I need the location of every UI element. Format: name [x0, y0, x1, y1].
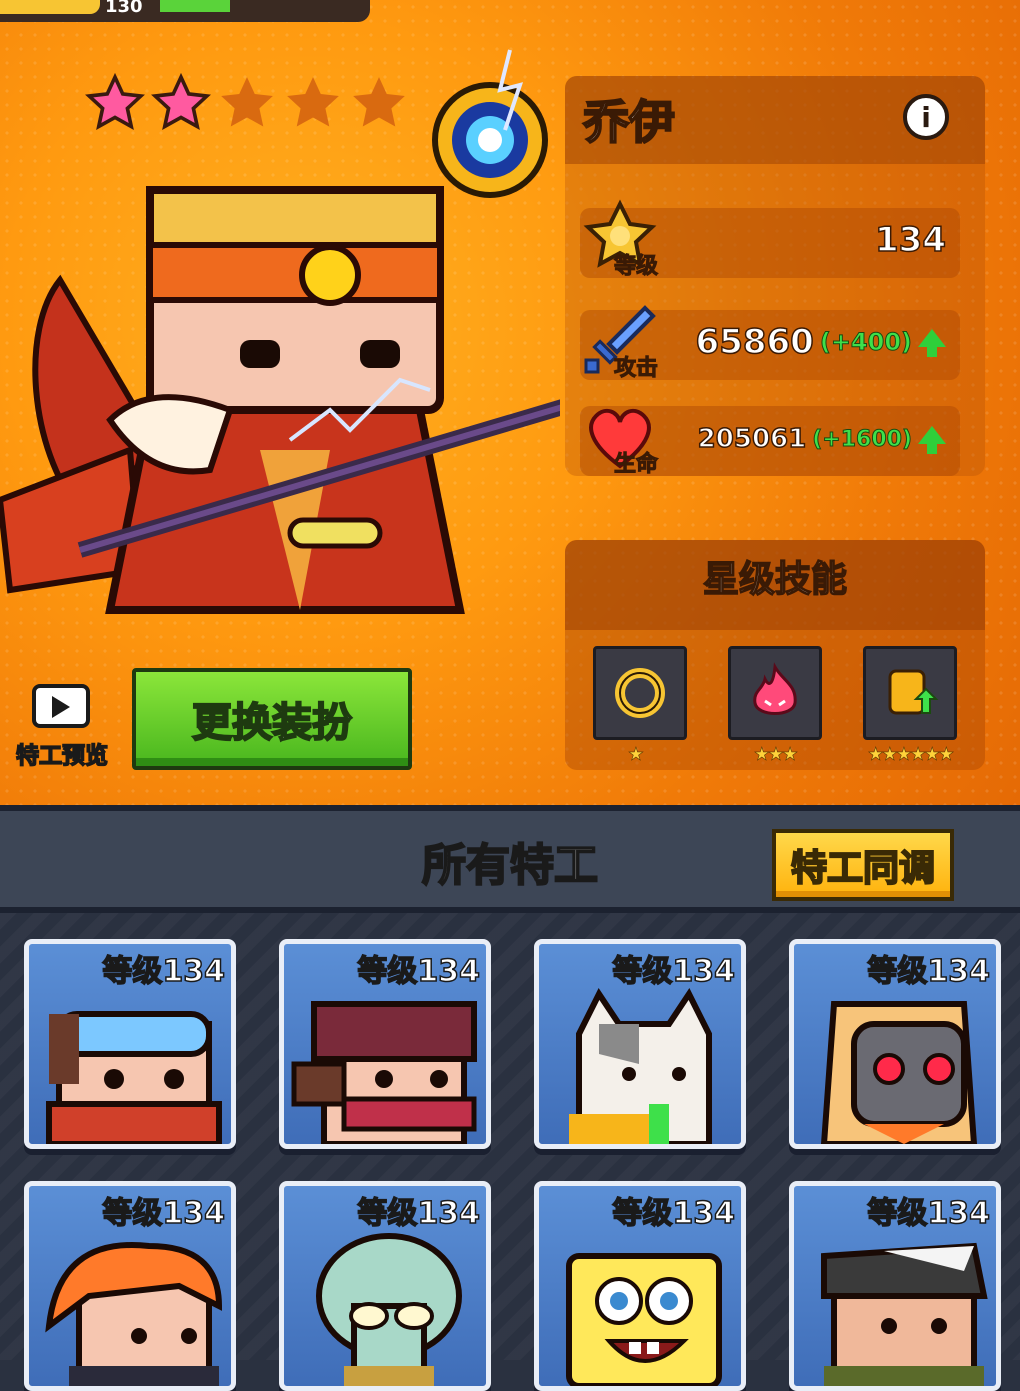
agent-sync-button[interactable]: 特工同调 [772, 829, 954, 901]
agent-level: 等级134 [612, 1195, 736, 1232]
orange-hair-agent-portrait [45, 1242, 223, 1386]
cat-medic-portrait [569, 988, 712, 1144]
stat-hp-value: 205061 [697, 423, 807, 455]
agent-card[interactable]: 等级134 [534, 939, 746, 1149]
skill-2-stars: ★★★ [753, 744, 798, 766]
stat-attack-value: 65860 [695, 321, 815, 363]
agent-preview-button[interactable]: 特工预览 [10, 678, 110, 774]
hero-name: 乔伊 [582, 94, 676, 150]
agent-level: 等级134 [102, 1195, 226, 1232]
player-level-badge [0, 0, 100, 14]
info-icon[interactable]: i [903, 94, 949, 140]
squidward-portrait [316, 1233, 462, 1386]
red-scarf-girl-portrait [291, 1001, 477, 1144]
fire-skill-icon [753, 662, 797, 715]
ring-skill-icon [615, 668, 665, 718]
star-empty-icon [287, 77, 339, 127]
spongebob-portrait [566, 1253, 722, 1386]
hero-character-portrait[interactable] [0, 150, 560, 630]
roster-header: 所有特工 特工同调 [0, 805, 1020, 913]
stat-hp: 生命 205061 (+1600) [580, 406, 960, 478]
top-status-bar: 130 [0, 0, 370, 22]
hero-panel: 130 乔伊 i 等级 134 攻击 65860 (+400) 生命 20506… [0, 0, 1020, 805]
player-level-text: 130 [105, 0, 143, 17]
change-outfit-button[interactable]: 更换装扮 [132, 668, 412, 770]
lightning-orb-icon [432, 49, 548, 198]
hero-star-rating [84, 72, 410, 134]
roster-grid: 等级134 等级134 等级134 等级134 等级134 等级134 等级13… [0, 913, 1020, 1391]
agent-level: 等级134 [357, 1195, 481, 1232]
agent-card[interactable]: 等级134 [789, 939, 1001, 1149]
upgrade-arrow-icon [918, 329, 946, 357]
stat-hp-bonus: (+1600) [812, 426, 913, 452]
goggles-ninja-portrait [46, 1011, 222, 1144]
stat-level-label: 等级 [613, 254, 659, 280]
stat-attack-label: 攻击 [613, 356, 659, 382]
star-skills-title: 星级技能 [565, 540, 985, 630]
xp-bar [160, 0, 230, 12]
skill-slot-3[interactable] [863, 646, 957, 740]
agent-level: 等级134 [867, 953, 991, 990]
star-empty-icon [353, 77, 405, 127]
agent-preview-label: 特工预览 [15, 742, 109, 770]
star-empty-icon [221, 77, 273, 127]
headband-soldier-portrait [821, 1242, 988, 1386]
fist-skill-icon [888, 669, 939, 715]
agent-level: 等级134 [612, 953, 736, 990]
star-filled-icon [151, 72, 211, 131]
skill-slot-2[interactable] [728, 646, 822, 740]
agent-level: 等级134 [357, 953, 481, 990]
skill-3-stars: ★★★★★★ [867, 744, 954, 766]
hero-name-row: 乔伊 i [565, 76, 985, 164]
skill-slot-1[interactable] [593, 646, 687, 740]
tv-play-icon [32, 684, 90, 728]
stat-hp-label: 生命 [613, 452, 659, 478]
star-skills-panel: 星级技能 ★ ★★★ ★★★★★★ [565, 540, 985, 770]
agent-card[interactable]: 等级134 [279, 939, 491, 1149]
stat-attack: 攻击 65860 (+400) [580, 305, 960, 382]
agent-level: 等级134 [867, 1195, 991, 1232]
upgrade-arrow-icon [918, 426, 946, 454]
stat-attack-bonus: (+400) [819, 328, 912, 357]
agent-level: 等级134 [102, 953, 226, 990]
star-filled-icon [85, 72, 145, 131]
gasmask-agent-portrait [820, 1001, 978, 1144]
skill-1-stars: ★ [627, 744, 645, 766]
stat-level: 等级 134 [580, 199, 960, 280]
agent-card[interactable]: 等级134 [24, 939, 236, 1149]
stat-level-value: 134 [874, 219, 946, 261]
